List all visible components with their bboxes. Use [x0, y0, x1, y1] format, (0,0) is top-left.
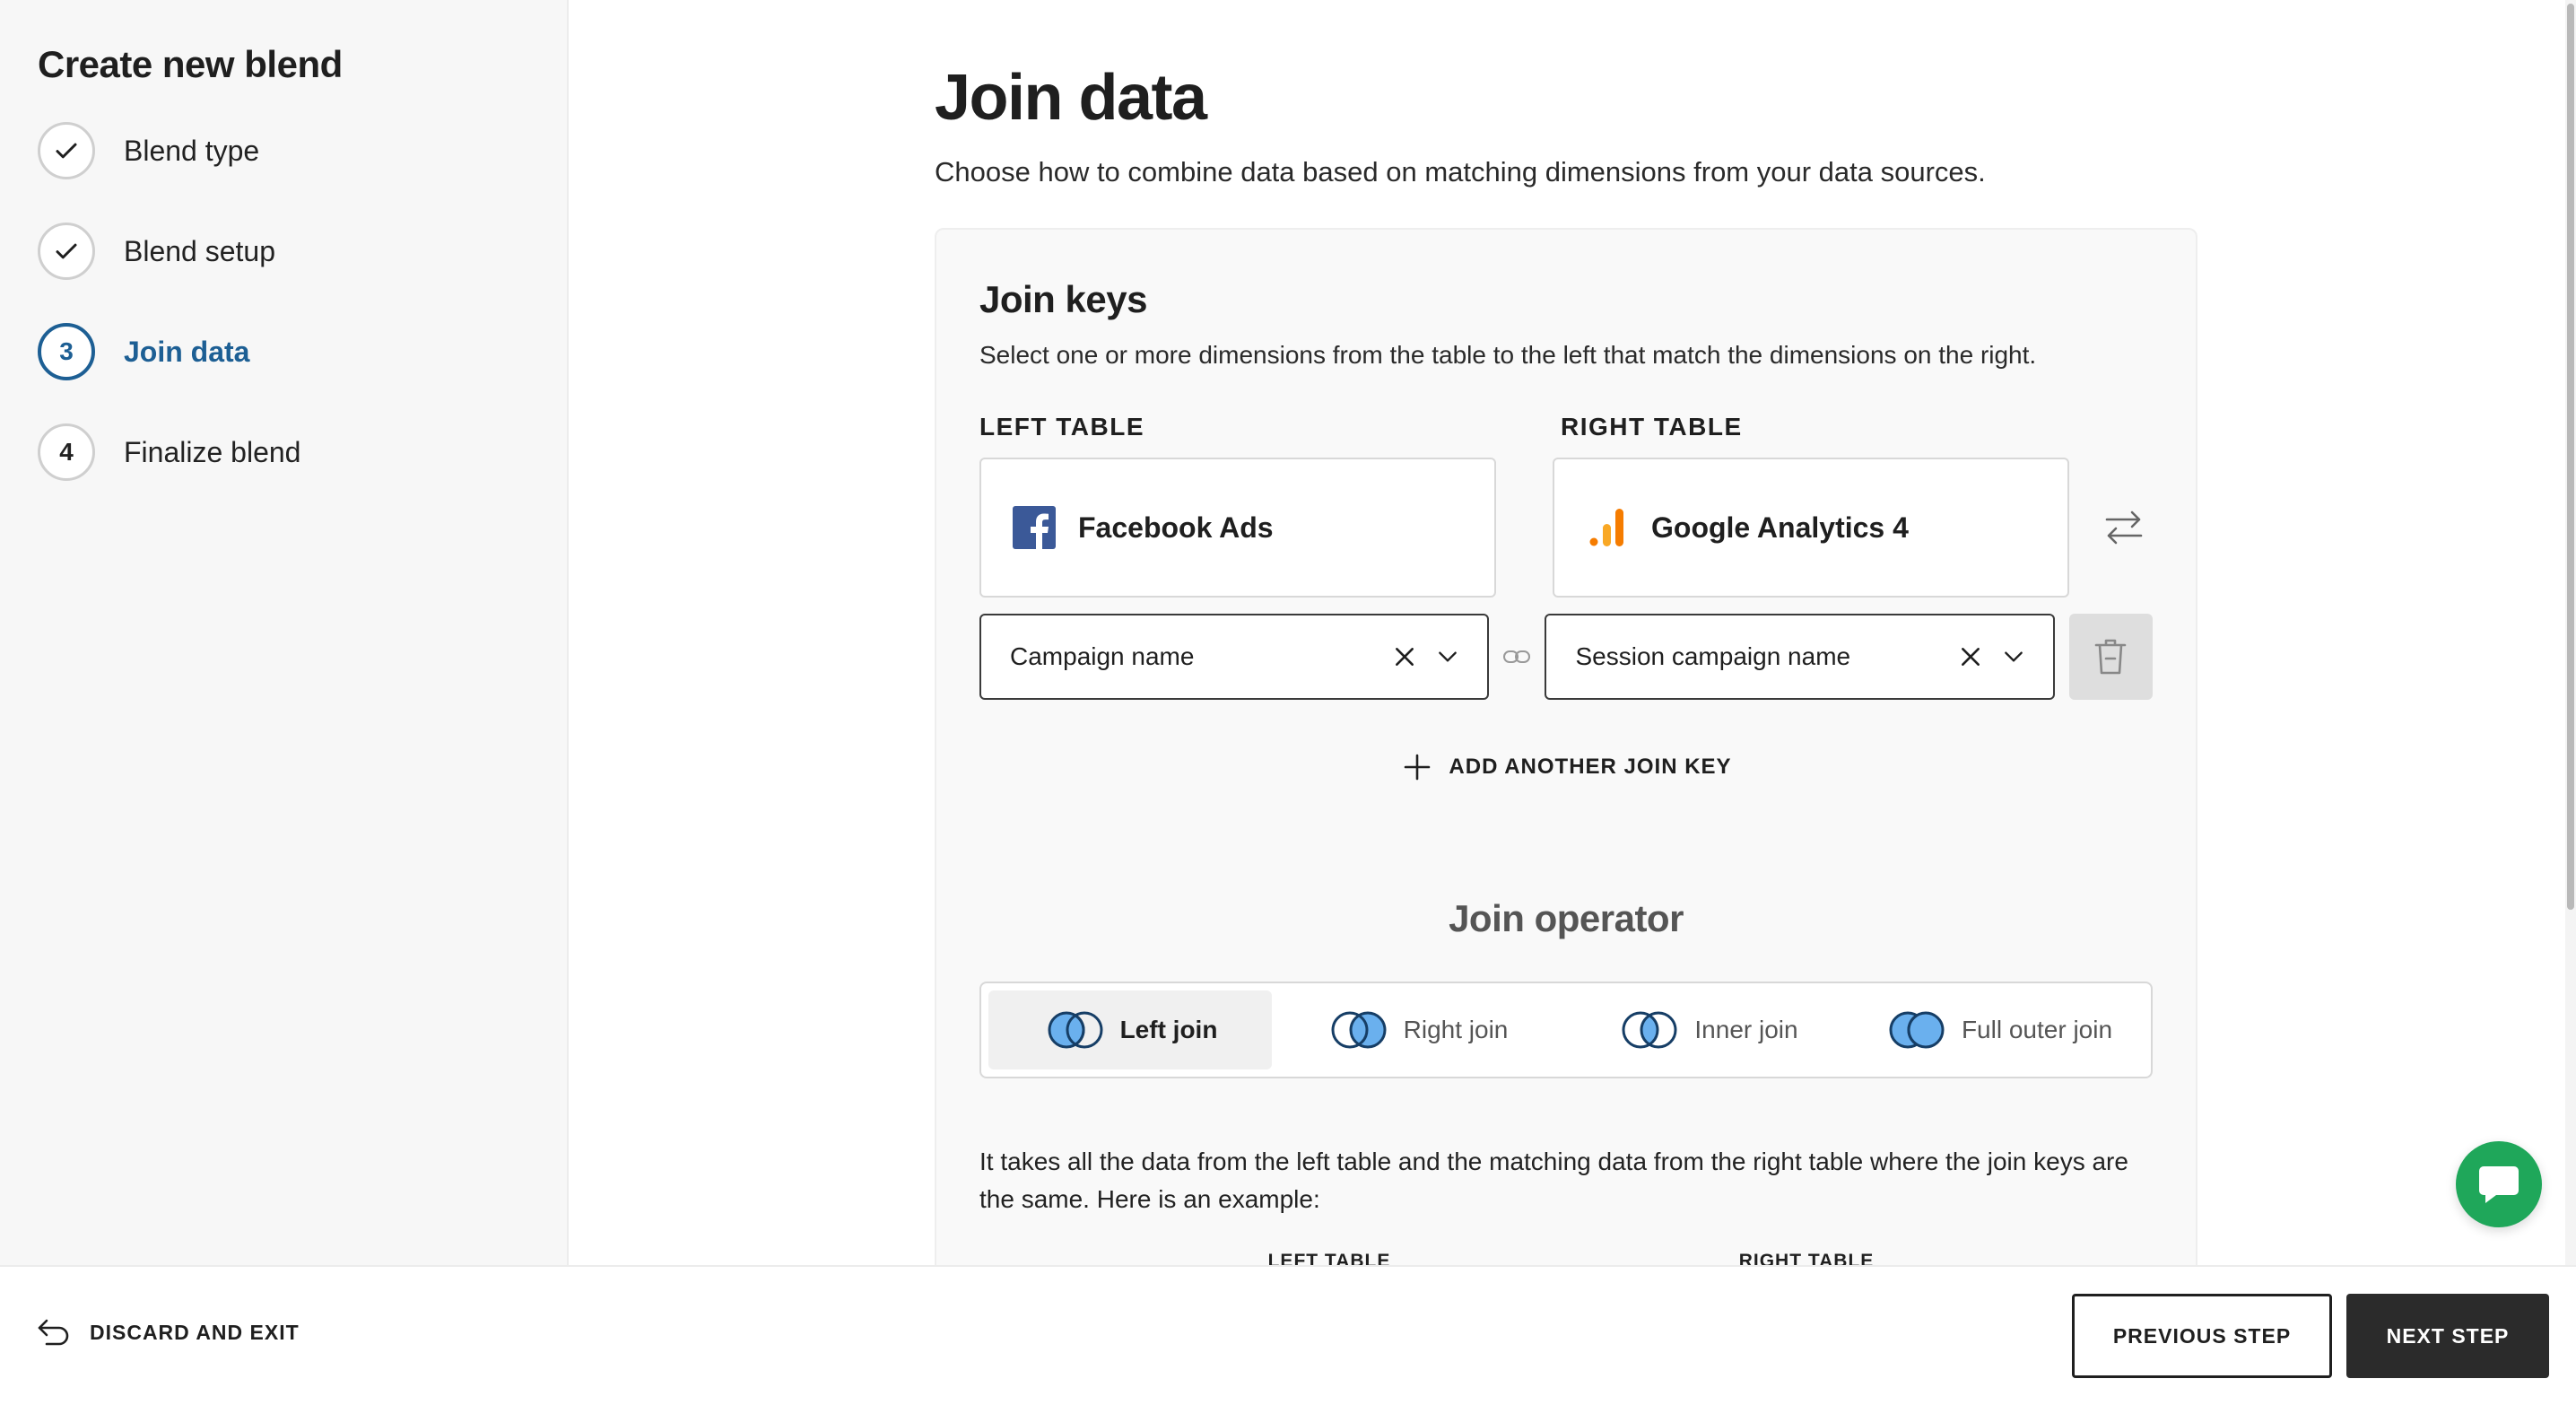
discard-label: DISCARD AND EXIT [90, 1320, 300, 1344]
join-operator-selector: Left join Right join Inner join Full out… [979, 982, 2153, 1078]
previous-step-button[interactable]: PREVIOUS STEP [2072, 1294, 2332, 1378]
venn-full-outer-join-icon [1889, 1011, 1945, 1049]
add-join-key-label: ADD ANOTHER JOIN KEY [1449, 755, 1732, 779]
wizard-footer: DISCARD AND EXIT PREVIOUS STEP NEXT STEP [0, 1265, 2576, 1405]
right-source-name: Google Analytics 4 [1651, 511, 1909, 544]
google-analytics-icon [1585, 505, 1630, 550]
swap-tables-button[interactable] [2096, 507, 2153, 548]
page-subtitle: Choose how to combine data based on matc… [935, 156, 1986, 188]
left-key-select[interactable]: Campaign name [979, 614, 1490, 700]
join-operator-heading: Join operator [1449, 897, 1684, 939]
chevron-down-icon[interactable] [1428, 637, 1467, 676]
table-labels: LEFT TABLE RIGHT TABLE [979, 413, 2153, 441]
step-done-check-icon [38, 223, 95, 280]
next-step-button[interactable]: NEXT STEP [2346, 1294, 2549, 1378]
chevron-down-icon[interactable] [1994, 637, 2033, 676]
content-column: Join data Choose how to combine data bas… [935, 0, 2199, 1265]
step-join-data[interactable]: 3 Join data [38, 323, 529, 380]
left-table-label: LEFT TABLE [979, 413, 1145, 441]
join-option-full-outer[interactable]: Full outer join [1853, 990, 2144, 1069]
join-keys-heading: Join keys [979, 278, 1147, 320]
left-key-value: Campaign name [1010, 642, 1195, 670]
add-join-key-button[interactable]: ADD ANOTHER JOIN KEY [979, 754, 2156, 781]
right-key-select[interactable]: Session campaign name [1545, 614, 2055, 700]
join-option-label: Right join [1403, 1016, 1509, 1043]
link-icon [1489, 648, 1545, 666]
right-key-value: Session campaign name [1575, 642, 1851, 670]
join-option-label: Left join [1119, 1016, 1218, 1043]
sidebar-title: Create new blend [38, 43, 343, 85]
step-label: Blend type [124, 134, 260, 167]
step-label: Join data [124, 335, 250, 368]
sources-row: Facebook Ads Google Analytics 4 [979, 458, 2153, 598]
step-blend-setup[interactable]: Blend setup [38, 223, 529, 280]
join-key-row: Campaign name Session campaign name [979, 614, 2153, 700]
chat-bubble-icon [2479, 1166, 2519, 1203]
left-source-name: Facebook Ads [1078, 511, 1274, 544]
step-label: Finalize blend [124, 435, 301, 468]
main-scrollbar[interactable] [2565, 0, 2576, 1265]
chat-launcher-button[interactable] [2456, 1141, 2542, 1227]
step-label: Blend setup [124, 234, 276, 267]
step-finalize-blend[interactable]: 4 Finalize blend [38, 423, 529, 481]
page-title: Join data [935, 62, 1207, 134]
delete-join-key-button[interactable] [2068, 614, 2153, 700]
venn-inner-join-icon [1622, 1011, 1677, 1049]
facebook-icon [1012, 505, 1057, 550]
main-content: Join data Choose how to combine data bas… [570, 0, 2576, 1265]
join-option-left[interactable]: Left join [988, 990, 1272, 1069]
example-right-table-header: RIGHT TABLE [1580, 1251, 2032, 1265]
left-source: Facebook Ads [979, 458, 1496, 598]
join-option-label: Full outer join [1961, 1016, 2113, 1043]
swap-arrows-icon [2106, 511, 2143, 545]
trash-icon [2095, 639, 2127, 675]
join-option-inner[interactable]: Inner join [1562, 990, 1853, 1069]
join-option-label: Inner join [1694, 1016, 1798, 1043]
scrollbar-thumb[interactable] [2567, 4, 2574, 910]
undo-arrow-icon [38, 1319, 69, 1346]
join-config-card: Join keys Select one or more dimensions … [935, 228, 2197, 1265]
join-keys-description: Select one or more dimensions from the t… [979, 341, 2037, 369]
step-blend-type[interactable]: Blend type [38, 122, 529, 179]
step-number: 4 [38, 423, 95, 481]
discard-and-exit-button[interactable]: DISCARD AND EXIT [36, 1317, 300, 1348]
clear-icon[interactable] [1385, 637, 1424, 676]
venn-left-join-icon [1048, 1011, 1103, 1049]
blend-steps-sidebar: Create new blend Blend type Blend setup … [0, 0, 569, 1265]
right-table-label: RIGHT TABLE [1561, 413, 1743, 441]
right-source: Google Analytics 4 [1553, 458, 2069, 598]
step-done-check-icon [38, 122, 95, 179]
join-explanation: It takes all the data from the left tabl… [979, 1148, 2128, 1213]
step-number: 3 [38, 323, 95, 380]
clear-icon[interactable] [1951, 637, 1990, 676]
example-left-table-header: LEFT TABLE [1103, 1251, 1555, 1265]
venn-right-join-icon [1331, 1011, 1387, 1049]
example-table-headers: LEFT TABLE RIGHT TABLE [1103, 1251, 2153, 1265]
plus-icon [1404, 754, 1431, 781]
join-option-right[interactable]: Right join [1272, 990, 1562, 1069]
